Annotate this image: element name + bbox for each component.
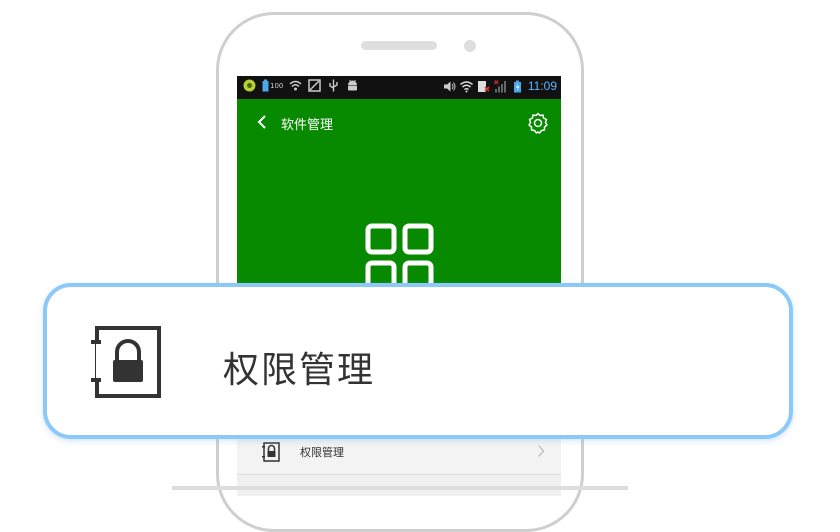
- wifi-notification-icon: [289, 80, 302, 91]
- battery-notification-icon: 100: [262, 79, 283, 92]
- menu-item-label: 权限管理: [300, 446, 344, 459]
- sim-card-error-icon: [477, 80, 490, 92]
- signal-strength-icon: [493, 79, 506, 92]
- volume-icon: [443, 81, 456, 91]
- app-title: 软件管理: [281, 118, 334, 133]
- chevron-right-icon: [538, 445, 545, 457]
- lock-icon: [262, 442, 280, 462]
- lock-icon-large: [91, 326, 161, 398]
- highlight-callout: 权限管理: [43, 283, 793, 439]
- phone-camera: [464, 40, 476, 52]
- battery-charging-icon: [513, 80, 521, 92]
- settings-gear-icon[interactable]: [527, 112, 549, 134]
- status-time: 11:09: [527, 79, 557, 93]
- callout-label: 权限管理: [223, 350, 376, 391]
- usb-icon: [329, 79, 339, 92]
- app-bar: 软件管理: [237, 99, 561, 292]
- image-notification-icon: [308, 79, 322, 92]
- phone-speaker: [361, 41, 437, 50]
- status-bar: 100 11:09: [237, 76, 561, 99]
- back-arrow-icon[interactable]: [257, 114, 267, 130]
- wifi-signal-icon: [459, 80, 473, 92]
- battery-level-label: 100: [270, 81, 284, 90]
- app-notification-icon: [243, 79, 256, 92]
- phone-base-line: [172, 486, 628, 490]
- android-debug-icon: [348, 79, 358, 91]
